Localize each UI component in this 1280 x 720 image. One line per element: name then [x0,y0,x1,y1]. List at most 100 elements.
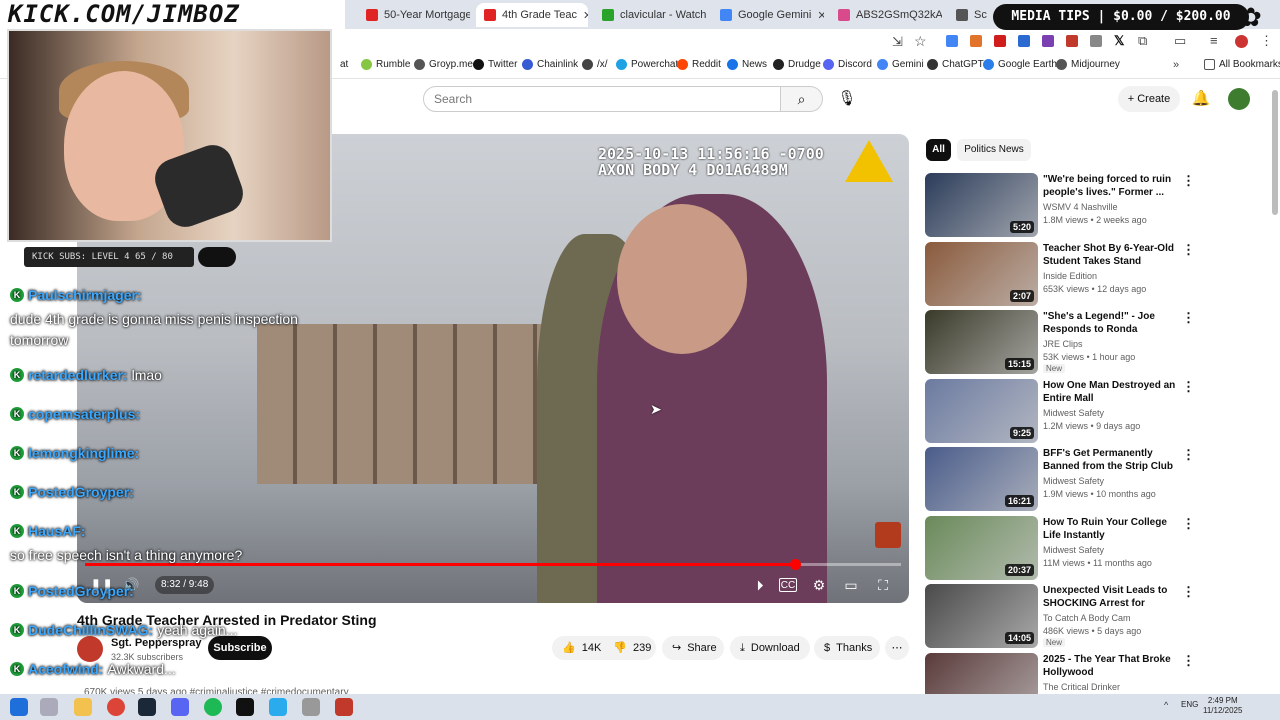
bookmark-item[interactable]: Rumble [361,59,410,70]
recommendation-channel[interactable]: Inside Edition [1043,271,1097,281]
recommendation-title[interactable]: How To Ruin Your College Life Instantly [1043,516,1183,542]
chat-username[interactable]: PostedGroyper: [28,484,134,500]
start-icon[interactable] [10,698,28,716]
like-count[interactable]: 14K [582,636,602,660]
browser-tab[interactable]: 4th Grade Teac ✕ [476,3,588,27]
channel-name[interactable]: Sgt. Pepperspray [111,637,201,649]
bookmark-item[interactable]: Discord [823,59,872,70]
dislike-count[interactable]: 239 [633,636,651,660]
extension-icon[interactable] [1066,35,1078,47]
chip-politics-news[interactable]: Politics News [957,139,1031,161]
recommendation-title[interactable]: How One Man Destroyed an Entire Mall [1043,379,1183,405]
chat-username[interactable]: PostedGroyper: [28,583,134,599]
bookmark-item[interactable]: Midjourney [1056,59,1120,70]
browser-tab[interactable]: 50-Year Mortgage✕ [358,3,470,27]
bookmark-item[interactable]: News [727,59,767,70]
telegram-icon[interactable] [269,698,287,716]
recommendation-more-icon[interactable]: ⋮ [1182,584,1195,600]
install-icon[interactable]: ⇲ [892,34,903,50]
recommendation-channel[interactable]: The Critical Drinker [1043,682,1120,692]
chat-username[interactable]: Paulschirmjager: [28,287,142,303]
recommendation-item[interactable]: 15:15 "She's a Legend!" - Joe Responds to… [925,310,1270,374]
captions-icon[interactable]: CC [779,578,797,592]
bookmark-item[interactable]: at [340,59,348,70]
browser-tab[interactable]: ABS2GSmQ32kAvn✕ [830,3,942,27]
recommendation-channel[interactable]: JRE Clips [1043,339,1083,349]
downloads-icon[interactable]: ≡ [1210,33,1218,48]
recommendation-more-icon[interactable]: ⋮ [1182,379,1195,395]
recommendation-thumbnail[interactable]: 15:15 [925,310,1038,374]
obs-icon[interactable] [335,698,353,716]
recommendation-thumbnail[interactable]: 20:37 [925,515,1038,580]
extension-icon[interactable] [1042,35,1054,47]
bookmark-item[interactable]: Drudge [773,59,821,70]
recommendation-item[interactable]: 9:25 How One Man Destroyed an Entire Mall… [925,378,1270,443]
tab-close-icon[interactable]: ✕ [583,9,588,22]
task-view-icon[interactable] [40,698,58,716]
recommendation-thumbnail[interactable]: 16:21 [925,447,1038,511]
share-button[interactable]: ↪ Share [662,636,724,660]
recommendation-thumbnail[interactable]: 14:05 [925,584,1038,648]
sidebar-icon[interactable]: ▭ [1174,33,1186,49]
recommendation-channel[interactable]: Midwest Safety [1043,545,1104,555]
recommendation-more-icon[interactable]: ⋮ [1182,242,1195,258]
bookmark-item[interactable]: Groyp.me [414,59,473,70]
channel-avatar[interactable] [77,636,103,662]
file-explorer-icon[interactable] [74,698,92,716]
recommendation-more-icon[interactable]: ⋮ [1182,310,1195,326]
tray-chevron-icon[interactable]: ^ [1164,700,1168,710]
recommendation-channel[interactable]: Midwest Safety [1043,476,1104,486]
recommendation-thumbnail[interactable]: 2:07 [925,241,1038,306]
chrome-icon[interactable] [107,698,125,716]
bookmark-item[interactable]: Chainlink [522,59,578,70]
bookmark-item[interactable]: Google Earth [983,59,1057,70]
puzzle-icon[interactable]: ⧉ [1138,33,1147,49]
extension-icon[interactable] [1090,35,1102,47]
notifications-bell-icon[interactable]: 🔔 [1190,86,1212,112]
app-icon[interactable] [302,698,320,716]
recommendation-item[interactable]: 5:20 "We're being forced to ruin people's… [925,173,1270,237]
browser-tab[interactable]: Google Gemini ✕ [712,3,824,27]
chat-username[interactable]: retardedlurker: [28,367,128,383]
scrollbar[interactable] [1272,90,1278,215]
recommendation-title[interactable]: Teacher Shot By 6-Year-Old Student Takes… [1043,242,1183,268]
recommendation-item[interactable]: 20:37 How To Ruin Your College Life Insta… [925,515,1270,580]
recommendation-title[interactable]: "We're being forced to ruin people's liv… [1043,173,1183,199]
progress-scrubber[interactable] [789,559,801,570]
steam-icon[interactable] [138,698,156,716]
chat-username[interactable]: DudeChillinSWAG: [28,622,153,638]
bookmark-star-icon[interactable]: ☆ [914,33,927,50]
recommendation-channel[interactable]: To Catch A Body Cam [1043,613,1131,623]
recommendation-more-icon[interactable]: ⋮ [1182,447,1195,463]
recommendation-more-icon[interactable]: ⋮ [1182,173,1195,189]
thumbs-down-icon[interactable]: 👎 [613,636,627,660]
browser-tab[interactable]: Sc [948,3,988,27]
search-button[interactable]: ⌕ [781,86,823,112]
bookmarks-overflow-icon[interactable]: » [1173,59,1179,71]
recommendation-item[interactable]: 2:07 Teacher Shot By 6-Year-Old Student T… [925,241,1270,306]
tab-close-icon[interactable]: ✕ [817,9,824,22]
discord-icon[interactable] [171,698,189,716]
recommendation-channel[interactable]: Midwest Safety [1043,408,1104,418]
browser-tab[interactable]: clavicular - Watch t✕ [594,3,706,27]
profile-icon[interactable] [1235,35,1248,48]
bookmark-item[interactable]: Powerchat [616,59,678,70]
spotify-icon[interactable] [204,698,222,716]
recommendation-title[interactable]: Unexpected Visit Leads to SHOCKING Arres… [1043,584,1183,611]
voice-search-button[interactable]: 🎙 [833,86,861,112]
account-avatar[interactable] [1228,88,1250,110]
recommendation-item[interactable]: 16:21 BFF's Get Permanently Banned from t… [925,447,1270,511]
menu-icon[interactable]: ⋮ [1260,33,1273,49]
extension-icon[interactable] [1018,35,1030,47]
chat-username[interactable]: copemsaterplus: [28,406,140,422]
bookmark-item[interactable]: ChatGPT [927,59,984,70]
autoplay-toggle[interactable]: ⏵ [750,576,770,594]
bookmark-item[interactable]: Reddit [677,59,721,70]
miniplayer-icon[interactable]: ▭ [842,576,860,594]
chat-username[interactable]: Aceofwind: [28,661,103,677]
bookmark-item[interactable]: Gemini [877,59,924,70]
search-input[interactable]: Search [423,86,781,112]
x-icon[interactable]: 𝕏 [1114,33,1124,49]
recommendation-title[interactable]: "She's a Legend!" - Joe Responds to Rond… [1043,310,1183,337]
all-bookmarks-button[interactable]: All Bookmarks [1204,59,1280,70]
